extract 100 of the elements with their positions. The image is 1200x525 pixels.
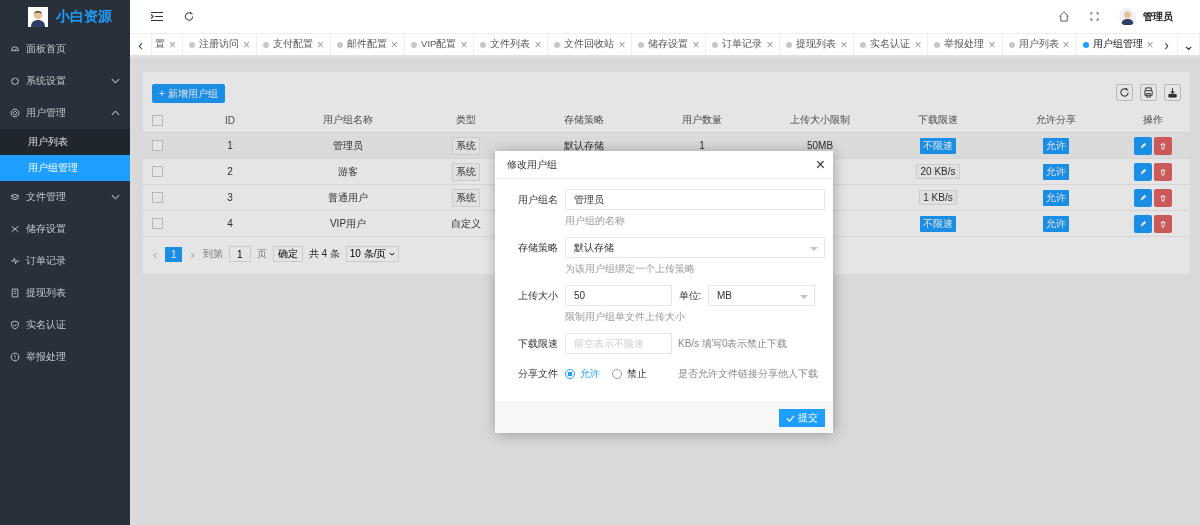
checkbox[interactable] [151,218,163,229]
tab[interactable]: 储存设置 × [632,34,707,55]
select-field[interactable]: MB [708,285,815,306]
delete-button[interactable] [1153,188,1172,207]
menu-item-icon [10,76,20,86]
share-badge: 允许 [1043,137,1069,154]
input-field[interactable]: 50 [565,285,672,306]
tab[interactable]: 实名认证 × [854,34,929,55]
page-size-select[interactable]: 10 条/页 [345,246,399,262]
input-field[interactable]: 管理员 [565,189,825,210]
field-hint: 限制用户组单文件上传大小 [564,310,686,324]
pencil-icon [1138,193,1147,202]
checkbox[interactable] [151,140,163,151]
checkbox[interactable] [151,166,163,177]
sidebar-subitem[interactable]: 用户列表 [0,129,130,155]
edit-button[interactable] [1133,162,1152,181]
sidebar-item[interactable]: 储存设置 [0,213,130,245]
tab[interactable]: 举报处理 × [928,34,1003,55]
field-label: 分享文件 [517,366,559,381]
edit-button[interactable] [1133,136,1152,155]
checkbox[interactable] [151,114,163,126]
refresh-icon[interactable] [183,11,195,22]
field-label: 用户组名 [517,192,559,207]
tab[interactable]: 邮件配置 × [331,34,406,55]
tab[interactable]: 支付配置 × [257,34,332,55]
table-cell: VIP用户 [329,216,367,231]
field-label: 上传大小 [517,288,559,303]
confirm-button[interactable]: 确定 [272,246,303,262]
pencil-icon [1138,141,1147,150]
table-cell: 1 [699,140,705,151]
close-button[interactable]: × [815,156,825,173]
page-input[interactable]: 1 [228,246,251,262]
menu-item-icon [10,288,20,298]
logo-text: 小白资源 [56,7,112,26]
delete-button[interactable] [1153,162,1172,181]
sidebar-item[interactable]: 面板首页 [0,33,130,65]
menu-icon[interactable] [151,11,163,22]
table-cell: 4 [227,218,233,229]
refresh-button[interactable] [1116,84,1133,101]
tab[interactable]: 注册访问 × [183,34,258,55]
pencil-icon [1138,219,1147,228]
column-header: 上传大小限制 [789,113,851,127]
sidebar-item[interactable]: 文件管理 [0,181,130,213]
edit-button[interactable] [1133,214,1152,233]
column-header: 用户数量 [681,113,723,127]
check-icon [786,414,795,422]
table-cell: 游客 [338,164,358,179]
download-icon [1167,87,1178,98]
dialog-title: 修改用户组 [507,157,557,172]
page-unit: 页 [256,247,267,261]
column-header: 允许分享 [1035,113,1077,127]
menu-item-icon [10,352,20,362]
tab[interactable]: 用户列表 × [1002,34,1077,55]
sidebar-item[interactable]: 实名认证 [0,309,130,341]
table-cell: 默认存储 [564,138,604,153]
sidebar-item[interactable]: 订单记录 [0,245,130,277]
checkbox[interactable] [151,192,163,203]
tab[interactable]: 提现列表 × [780,34,855,55]
tab[interactable]: 订单记录 × [706,34,781,55]
tab[interactable]: 文件列表 × [474,34,549,55]
avatar-icon [1119,8,1136,25]
sidebar-item[interactable]: 提现列表 [0,277,130,309]
menu-item-icon [10,192,20,202]
type-tag: 系统 [452,188,480,207]
delete-button[interactable] [1153,136,1172,155]
radio-option[interactable]: 禁止 [612,366,647,381]
trash-icon [1158,167,1167,176]
sidebar-item[interactable]: 用户管理 [0,97,130,129]
tab[interactable]: 置 × [152,34,183,55]
trash-icon [1158,193,1167,202]
column-header: 类型 [455,113,477,127]
table-cell: 1 [227,140,233,151]
tab[interactable]: VIP配置 × [405,34,475,55]
print-button[interactable] [1140,84,1157,101]
tab[interactable]: 文件回收站 × [548,34,633,55]
table-cell: 3 [227,192,233,203]
sidebar-item[interactable]: 系统设置 [0,65,130,97]
column-header: 用户组名称 [322,113,374,127]
table-cell: 管理员 [333,138,363,153]
column-header: 下载限速 [917,113,959,127]
menu-item-icon [10,320,20,330]
type-tag: 系统 [452,162,480,181]
export-button[interactable] [1164,84,1181,101]
edit-button[interactable] [1133,188,1152,207]
delete-button[interactable] [1153,214,1172,233]
menu-item-icon [10,44,20,54]
select-field[interactable]: 默认存储 [565,237,825,258]
share-badge: 允许 [1043,163,1069,180]
table-cell: 普通用户 [328,190,368,205]
home-icon[interactable] [1058,11,1070,22]
sidebar-item[interactable]: 举报处理 [0,341,130,373]
user-name[interactable]: 管理员 [1143,9,1173,24]
speed-badge: 不限速 [920,215,956,232]
column-header: ID [224,114,236,126]
fullscreen-icon[interactable] [1090,12,1099,21]
table-cell: 2 [227,166,233,177]
printer-icon [1143,87,1154,98]
column-header: 操作 [1141,113,1164,127]
caret-icon [388,252,395,256]
menu-item-icon [10,256,20,266]
